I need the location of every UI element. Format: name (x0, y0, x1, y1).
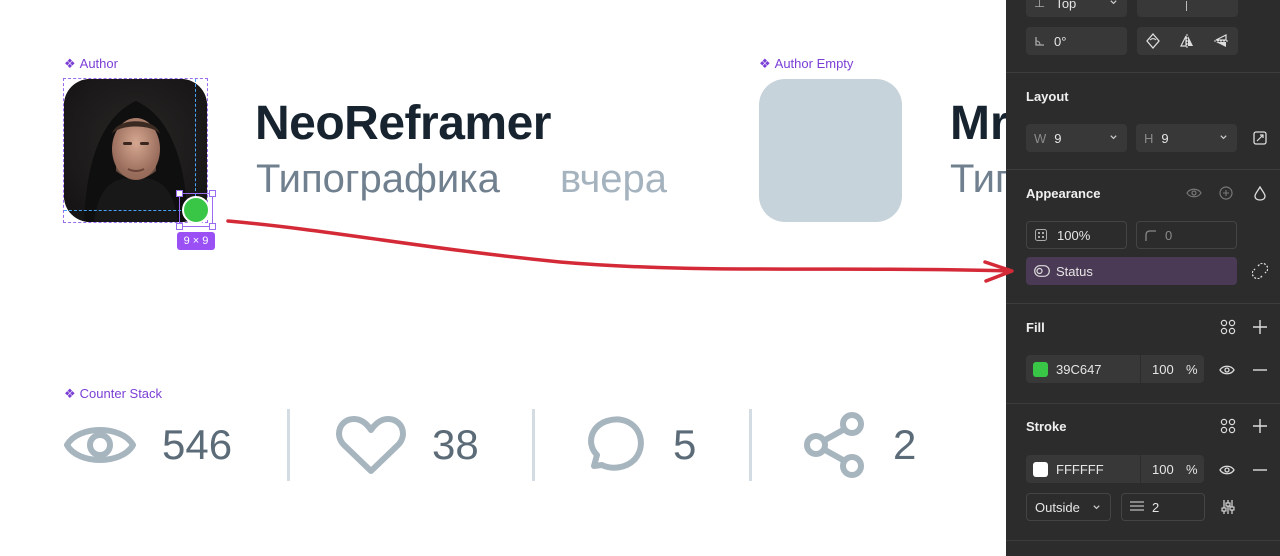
fill-visibility-icon[interactable] (1219, 362, 1235, 378)
resize-handle[interactable] (209, 190, 216, 197)
component-icon: ❖ (64, 386, 76, 401)
stroke-weight-field[interactable]: 2 (1121, 493, 1205, 521)
author-name: NeoReframer (255, 97, 551, 150)
remove-fill-icon[interactable] (1252, 362, 1268, 378)
transform-buttons (1137, 27, 1238, 55)
blend-drop-icon[interactable] (1252, 185, 1268, 201)
fill-section-title: Fill (1026, 320, 1045, 335)
counter-divider (287, 409, 290, 481)
corner-radius-icon (1145, 229, 1156, 241)
detach-variable-icon[interactable] (1252, 263, 1268, 279)
width-field[interactable]: W 9 (1026, 124, 1127, 152)
vertical-constraint-dropdown[interactable]: ⊥ Top (1026, 0, 1127, 17)
comment-icon (588, 416, 644, 471)
counter-value: 5 (673, 421, 697, 468)
component-icon: ❖ (759, 56, 771, 71)
status-variable-chip[interactable]: Status (1026, 257, 1237, 285)
chevron-down-icon (1093, 505, 1100, 510)
author-empty-name: Mr (950, 97, 1006, 150)
visibility-icon[interactable] (1186, 185, 1202, 201)
counter-divider (532, 409, 535, 481)
chevron-down-icon (1220, 135, 1227, 140)
stroke-settings-icon[interactable] (1220, 499, 1236, 515)
counter-divider (749, 409, 752, 481)
stroke-weight-icon (1130, 501, 1144, 511)
remove-stroke-icon[interactable] (1252, 462, 1268, 478)
opacity-field[interactable]: 100% (1026, 221, 1127, 249)
section-divider (1006, 540, 1280, 541)
layout-section-title: Layout (1026, 89, 1069, 104)
styles-grid-icon[interactable] (1220, 418, 1236, 434)
author-empty-component-label[interactable]: ❖ Author Empty (759, 56, 853, 71)
share-icon (804, 412, 864, 478)
section-divider (1006, 169, 1280, 170)
section-divider (1006, 303, 1280, 304)
author-time: вчера (560, 157, 668, 201)
fill-color-field[interactable]: 39C647 100 % (1026, 355, 1204, 383)
heart-icon (336, 416, 406, 474)
component-icon: ❖ (64, 56, 76, 71)
styles-grid-icon[interactable] (1220, 319, 1236, 335)
stroke-color-field[interactable]: FFFFFF 100 % (1026, 455, 1204, 483)
resize-handle[interactable] (209, 223, 216, 230)
height-field[interactable]: H 9 (1136, 124, 1237, 152)
author-component-label[interactable]: ❖ Author (64, 56, 118, 71)
counter-stack-component-label[interactable]: ❖ Counter Stack (64, 386, 162, 401)
rotate-icon[interactable] (1145, 33, 1161, 49)
resize-handle[interactable] (176, 190, 183, 197)
chevron-down-icon (1110, 0, 1117, 5)
angle-icon (1035, 37, 1044, 46)
section-divider (1006, 403, 1280, 404)
counter-shares[interactable]: 2 (803, 410, 916, 480)
stroke-swatch[interactable] (1033, 461, 1048, 477)
avatar-placeholder[interactable] (759, 79, 902, 222)
fill-opacity-value[interactable]: 100 (1152, 362, 1174, 377)
resize-constraint-icon[interactable] (1252, 130, 1268, 146)
size-badge: 9 × 9 (177, 232, 215, 250)
stroke-opacity-value[interactable]: 100 (1152, 462, 1174, 477)
add-stroke-icon[interactable] (1252, 418, 1268, 434)
opacity-icon (1035, 229, 1047, 241)
counter-views[interactable]: 546 (64, 410, 232, 480)
appearance-section-title: Appearance (1026, 186, 1101, 201)
flip-vertical-icon[interactable] (1213, 33, 1229, 49)
fill-swatch[interactable] (1033, 361, 1048, 377)
boolean-variable-icon (1034, 265, 1050, 277)
section-divider (1006, 72, 1280, 73)
properties-panel: ⊥ Top 0° Layout W 9 H 9 Appearance 100% … (1006, 0, 1280, 556)
author-empty-subtitle: Тип (950, 157, 1006, 201)
status-dot[interactable] (182, 196, 210, 224)
rotation-field[interactable]: 0° (1026, 27, 1127, 55)
chevron-down-icon (1110, 135, 1117, 140)
counter-value: 38 (432, 421, 479, 468)
vertical-align-icon: ⊥ (1034, 0, 1046, 10)
counter-likes[interactable]: 38 (336, 410, 479, 480)
corner-radius-field[interactable]: 0 (1136, 221, 1237, 249)
counter-comments[interactable]: 5 (585, 410, 696, 480)
stroke-position-dropdown[interactable]: Outside (1026, 493, 1111, 521)
add-fill-icon[interactable] (1252, 319, 1268, 335)
stroke-hex-input[interactable]: FFFFFF (1026, 455, 1141, 483)
fill-opacity-unit: % (1186, 362, 1198, 377)
counter-value: 546 (162, 421, 233, 468)
author-subtitle: Типографика (256, 157, 500, 201)
constraint-preview[interactable] (1137, 0, 1238, 17)
stroke-visibility-icon[interactable] (1219, 462, 1235, 478)
design-canvas[interactable]: ❖ Author 9 × 9 NeoReframer Типографика в… (0, 0, 1006, 556)
counter-value: 2 (893, 421, 917, 468)
flip-horizontal-icon[interactable] (1179, 33, 1195, 49)
variable-mode-icon[interactable] (1218, 185, 1234, 201)
resize-handle[interactable] (176, 223, 183, 230)
eye-icon (64, 427, 136, 463)
stroke-opacity-unit: % (1186, 462, 1198, 477)
fill-hex-input[interactable]: 39C647 (1026, 355, 1141, 383)
stroke-section-title: Stroke (1026, 419, 1067, 434)
constraint-line (1186, 1, 1187, 11)
